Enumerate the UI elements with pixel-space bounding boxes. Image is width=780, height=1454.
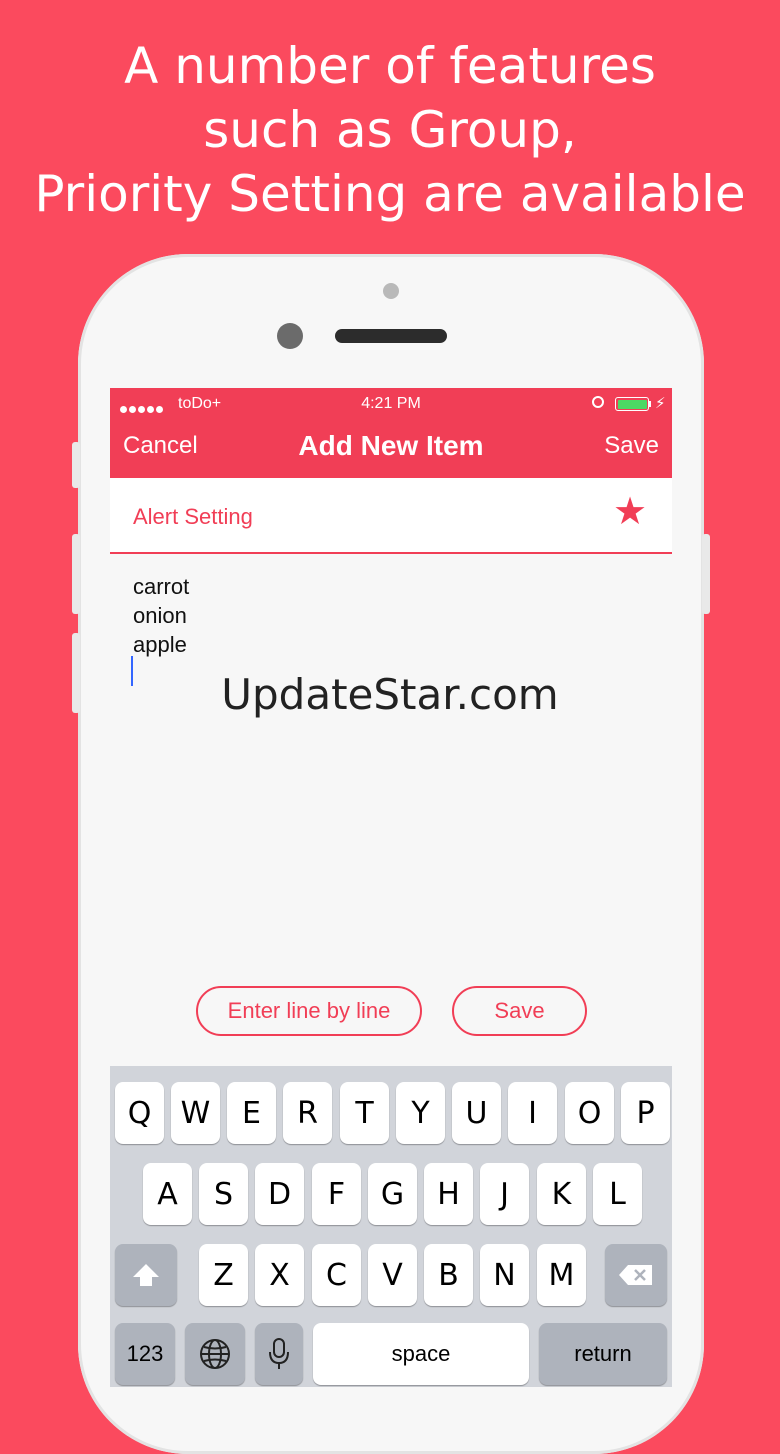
alarm-icon <box>592 396 604 408</box>
key-h[interactable]: H <box>424 1163 473 1225</box>
headline-line-1: A number of features <box>124 37 656 95</box>
status-time: 4:21 PM <box>361 395 421 412</box>
volume-up-button <box>72 534 80 614</box>
key-z[interactable]: Z <box>199 1244 248 1306</box>
numbers-key[interactable]: 123 <box>115 1323 175 1385</box>
battery-tip <box>649 401 651 407</box>
headline: A number of features such as Group, Prio… <box>0 34 780 226</box>
globe-icon <box>200 1339 230 1369</box>
key-l[interactable]: L <box>593 1163 642 1225</box>
key-y[interactable]: Y <box>396 1082 445 1144</box>
key-b[interactable]: B <box>424 1244 473 1306</box>
globe-key[interactable] <box>185 1323 245 1385</box>
key-t[interactable]: T <box>340 1082 389 1144</box>
charging-icon: ⚡ <box>655 395 666 412</box>
front-camera <box>277 323 303 349</box>
alert-setting-row[interactable]: Alert Setting ★ <box>110 478 672 554</box>
microphone-icon <box>269 1338 289 1369</box>
watermark: UpdateStar.com <box>221 670 559 719</box>
key-g[interactable]: G <box>368 1163 417 1225</box>
key-v[interactable]: V <box>368 1244 417 1306</box>
mute-switch <box>72 442 80 488</box>
note-text-area[interactable]: carrot onion apple <box>133 572 189 659</box>
nav-save-button[interactable]: Save <box>604 432 659 460</box>
microphone-key[interactable] <box>255 1323 303 1385</box>
key-r[interactable]: R <box>283 1082 332 1144</box>
key-f[interactable]: F <box>312 1163 361 1225</box>
key-w[interactable]: W <box>171 1082 220 1144</box>
key-a[interactable]: A <box>143 1163 192 1225</box>
earpiece-speaker <box>335 329 447 343</box>
proximity-sensor <box>383 283 399 299</box>
power-button <box>702 534 710 614</box>
key-u[interactable]: U <box>452 1082 501 1144</box>
space-key[interactable]: space <box>313 1323 529 1385</box>
key-e[interactable]: E <box>227 1082 276 1144</box>
note-line: carrot <box>133 574 190 599</box>
alert-setting-label: Alert Setting <box>133 504 253 529</box>
backspace-key[interactable] <box>605 1244 667 1306</box>
note-line: apple <box>133 632 187 657</box>
save-button[interactable]: Save <box>452 986 587 1036</box>
navigation-bar: toDo+ 4:21 PM ⚡ Cancel Add New Item Save <box>110 388 672 478</box>
key-q[interactable]: Q <box>115 1082 164 1144</box>
shift-key[interactable] <box>115 1244 177 1306</box>
key-o[interactable]: O <box>565 1082 614 1144</box>
headline-line-2: such as Group, <box>203 101 577 159</box>
return-key[interactable]: return <box>539 1323 667 1385</box>
key-m[interactable]: M <box>537 1244 586 1306</box>
backspace-icon <box>619 1265 652 1285</box>
key-n[interactable]: N <box>480 1244 529 1306</box>
note-line: onion <box>133 603 187 628</box>
enter-line-by-line-button[interactable]: Enter line by line <box>196 986 422 1036</box>
key-j[interactable]: J <box>480 1163 529 1225</box>
key-s[interactable]: S <box>199 1163 248 1225</box>
keyboard: Q W E R T Y U I O P A S D F G H J K L Z … <box>110 1066 672 1387</box>
key-d[interactable]: D <box>255 1163 304 1225</box>
page-title: Add New Item <box>298 430 484 461</box>
shift-icon <box>133 1264 159 1286</box>
key-k[interactable]: K <box>537 1163 586 1225</box>
key-c[interactable]: C <box>312 1244 361 1306</box>
headline-line-3: Priority Setting are available <box>34 165 746 223</box>
key-x[interactable]: X <box>255 1244 304 1306</box>
battery-icon <box>615 397 649 411</box>
key-i[interactable]: I <box>508 1082 557 1144</box>
star-icon[interactable]: ★ <box>613 493 647 531</box>
status-bar: toDo+ 4:21 PM ⚡ <box>110 394 672 416</box>
key-p[interactable]: P <box>621 1082 670 1144</box>
